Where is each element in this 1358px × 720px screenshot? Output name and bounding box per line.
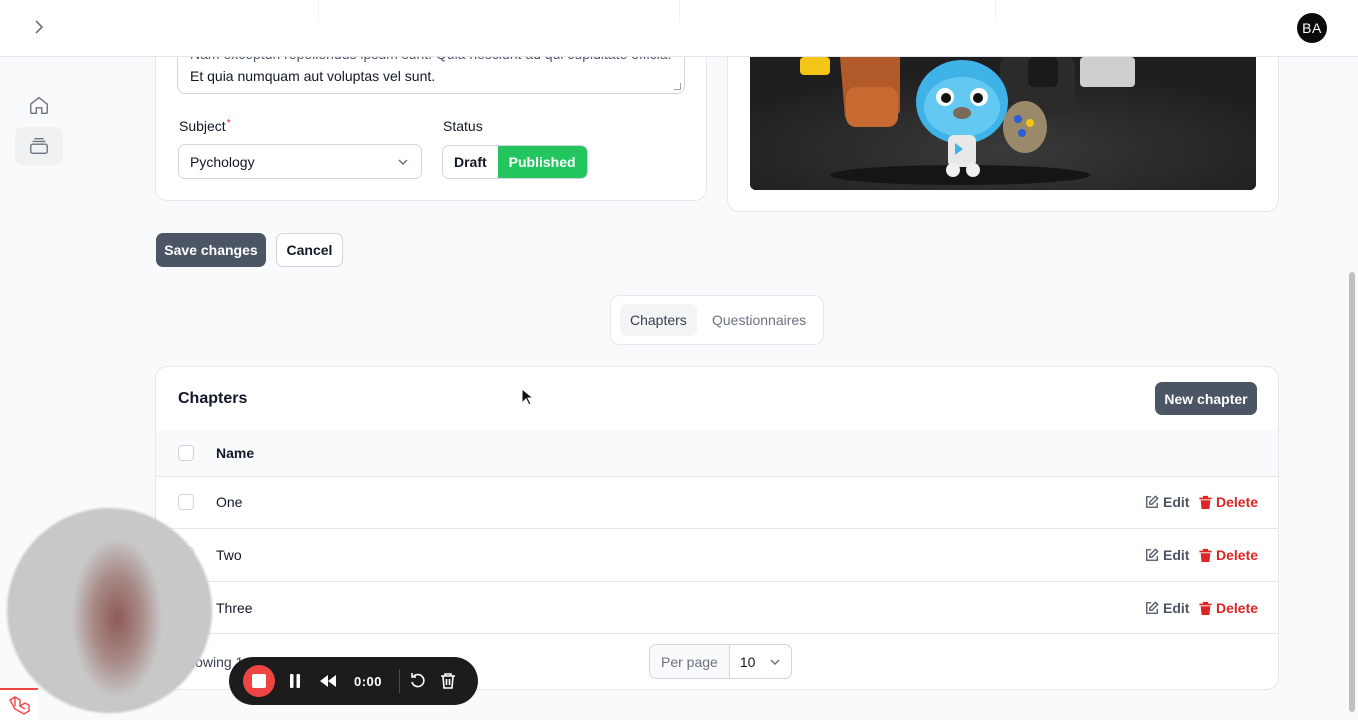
table-header: Name bbox=[156, 430, 1278, 476]
stop-icon bbox=[252, 674, 266, 688]
divider bbox=[156, 528, 1278, 529]
edit-button[interactable]: Edit bbox=[1145, 494, 1189, 510]
cover-image-card bbox=[727, 40, 1279, 212]
tab-questionnaires[interactable]: Questionnaires bbox=[702, 304, 816, 336]
chevron-right-icon[interactable] bbox=[29, 17, 49, 37]
rewind-icon[interactable] bbox=[319, 673, 337, 689]
recording-timer: 0:00 bbox=[354, 674, 383, 689]
recorder-controls: 0:00 bbox=[229, 657, 478, 705]
select-all-checkbox[interactable] bbox=[178, 445, 194, 461]
trash-icon[interactable] bbox=[440, 672, 456, 689]
subject-label: Subject* bbox=[179, 118, 231, 134]
subject-value: Pychology bbox=[190, 153, 255, 170]
delete-label: Delete bbox=[1216, 600, 1259, 616]
per-page-label: Per page bbox=[650, 645, 730, 678]
delete-button[interactable]: Delete bbox=[1199, 494, 1258, 510]
chapter-name: Two bbox=[216, 547, 242, 563]
required-marker: * bbox=[226, 118, 231, 129]
course-form-card: Nam excepturi repellendus ipsum sunt. Qu… bbox=[155, 40, 707, 201]
stack-icon bbox=[30, 137, 48, 155]
restart-icon[interactable] bbox=[410, 672, 426, 689]
per-page-select[interactable]: Per page 10 bbox=[649, 644, 793, 679]
row-checkbox[interactable] bbox=[178, 494, 194, 510]
column-header-name: Name bbox=[216, 445, 255, 461]
status-draft-button[interactable]: Draft bbox=[443, 146, 498, 178]
edit-button[interactable]: Edit bbox=[1145, 600, 1189, 616]
edit-label: Edit bbox=[1163, 494, 1190, 510]
chevron-down-icon bbox=[770, 658, 780, 665]
webcam-bubble[interactable] bbox=[7, 508, 212, 713]
trash-icon bbox=[1199, 548, 1212, 562]
edit-icon bbox=[1146, 601, 1159, 614]
relation-tabs: Chapters Questionnaires bbox=[610, 295, 824, 345]
chapter-name: One bbox=[216, 494, 243, 510]
edit-button[interactable]: Edit bbox=[1145, 547, 1189, 563]
per-page-value[interactable]: 10 bbox=[730, 645, 792, 678]
divider bbox=[995, 0, 996, 22]
divider bbox=[156, 476, 1278, 477]
divider bbox=[399, 669, 400, 693]
sidebar-item-home[interactable] bbox=[15, 86, 63, 124]
pause-icon[interactable] bbox=[288, 673, 302, 689]
trash-icon bbox=[1199, 495, 1212, 509]
divider bbox=[679, 0, 680, 22]
laravel-icon bbox=[9, 696, 30, 715]
cover-image bbox=[750, 57, 1256, 190]
chapters-table-card: Chapters New chapter Name One Edit Delet… bbox=[155, 366, 1279, 690]
divider bbox=[156, 633, 1278, 634]
mouse-cursor-icon bbox=[521, 388, 533, 406]
chevron-down-icon bbox=[398, 159, 408, 166]
tab-chapters[interactable]: Chapters bbox=[620, 304, 697, 336]
status-label: Status bbox=[443, 118, 483, 134]
divider bbox=[156, 581, 1278, 582]
edit-label: Edit bbox=[1163, 547, 1190, 563]
chapters-heading: Chapters bbox=[178, 390, 248, 407]
subject-select[interactable]: Pychology bbox=[178, 144, 422, 179]
edit-icon bbox=[1146, 548, 1159, 561]
resize-handle[interactable] bbox=[674, 83, 681, 90]
page-scrollbar[interactable] bbox=[1349, 272, 1355, 712]
delete-button[interactable]: Delete bbox=[1199, 547, 1258, 563]
trash-icon bbox=[1199, 601, 1212, 615]
new-chapter-button[interactable]: New chapter bbox=[1155, 382, 1257, 415]
delete-label: Delete bbox=[1216, 547, 1259, 563]
per-page-number: 10 bbox=[739, 653, 756, 670]
home-icon bbox=[30, 96, 48, 114]
delete-button[interactable]: Delete bbox=[1199, 600, 1258, 616]
cancel-button[interactable]: Cancel bbox=[276, 233, 343, 267]
mascot-illustration bbox=[750, 57, 1256, 190]
status-toggle: Draft Published bbox=[442, 145, 588, 179]
edit-label: Edit bbox=[1163, 600, 1190, 616]
divider bbox=[318, 0, 319, 22]
save-changes-button[interactable]: Save changes bbox=[156, 233, 266, 267]
laravel-logo-tab[interactable] bbox=[0, 688, 38, 720]
stop-recording-button[interactable] bbox=[243, 665, 275, 697]
description-text: Et quia numquam aut voluptas vel sunt. bbox=[190, 68, 436, 84]
status-published-button[interactable]: Published bbox=[497, 146, 587, 178]
chapter-name: Three bbox=[216, 600, 253, 616]
top-bar: BA bbox=[0, 0, 1358, 57]
edit-icon bbox=[1146, 495, 1159, 508]
sidebar-item-courses[interactable] bbox=[15, 127, 63, 165]
delete-label: Delete bbox=[1216, 494, 1259, 510]
avatar[interactable]: BA bbox=[1297, 13, 1327, 43]
